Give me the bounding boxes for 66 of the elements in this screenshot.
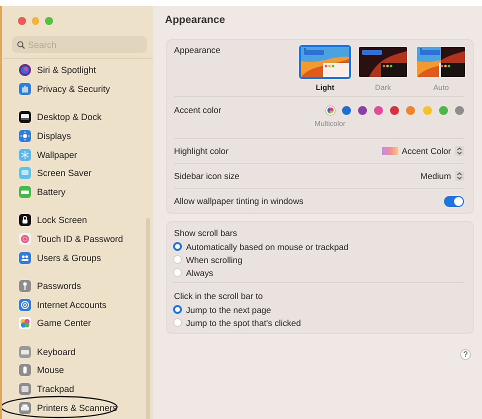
search-icon xyxy=(17,40,25,48)
radio-label[interactable]: Automatically based on mouse or trackpad xyxy=(186,242,348,252)
radio-button[interactable] xyxy=(173,242,182,252)
sidebar-item[interactable]: Passwords xyxy=(37,281,82,291)
key-icon xyxy=(19,280,31,292)
sidebar-item[interactable]: Game Center xyxy=(37,318,92,328)
color-swatch[interactable] xyxy=(422,106,432,115)
keyboard-icon xyxy=(19,346,31,358)
sidebar-item[interactable]: Screen Saver xyxy=(37,168,92,178)
multicolor-swatch[interactable] xyxy=(326,106,334,115)
group-label: Show scroll bars xyxy=(174,228,238,238)
battery-icon xyxy=(19,186,31,198)
fingerprint-icon xyxy=(19,233,31,246)
screen-icon xyxy=(19,167,31,180)
trackpad-icon xyxy=(19,383,31,396)
close-button[interactable] xyxy=(18,17,26,24)
popup-value[interactable]: Medium xyxy=(420,171,451,181)
color-swatch[interactable] xyxy=(342,106,351,115)
sidebar-item[interactable]: Mouse xyxy=(37,365,64,376)
snowflake-icon xyxy=(19,148,31,161)
color-swatch[interactable] xyxy=(390,106,400,115)
theme-preview[interactable] xyxy=(357,45,409,79)
color-swatch[interactable] xyxy=(358,106,367,115)
lock-icon xyxy=(19,214,31,226)
sidebar-item[interactable]: Privacy & Security xyxy=(37,84,110,94)
bubbles-icon xyxy=(19,317,31,330)
radio-label[interactable]: Jump to the next page xyxy=(186,304,272,315)
sidebar-item[interactable]: Displays xyxy=(37,131,72,141)
orb-icon xyxy=(19,64,31,76)
toggle-switch[interactable] xyxy=(444,196,464,206)
people-icon xyxy=(19,252,31,264)
dock-icon xyxy=(19,111,31,124)
theme-preview[interactable] xyxy=(415,45,467,79)
popup-value[interactable]: Accent Color xyxy=(402,146,451,156)
setting-label: Appearance xyxy=(174,45,220,55)
sidebar-item[interactable]: Trackpad xyxy=(37,384,74,394)
radio-button[interactable] xyxy=(173,305,182,314)
setting-label: Highlight color xyxy=(174,146,228,156)
color-swatch[interactable] xyxy=(406,106,416,115)
sidebar-item[interactable]: Desktop & Dock xyxy=(37,112,102,122)
sidebar-item[interactable]: Siri & Spotlight xyxy=(37,65,96,76)
setting-label: Allow wallpaper tinting in windows xyxy=(174,196,304,206)
radio-label[interactable]: Jump to the spot that's clicked xyxy=(186,318,301,328)
sidebar-item[interactable]: Internet Accounts xyxy=(37,300,107,310)
sidebar-item[interactable]: Keyboard xyxy=(37,346,76,357)
setting-label: Accent color xyxy=(174,105,222,115)
group-label: Click in the scroll bar to xyxy=(174,290,264,301)
color-swatch[interactable] xyxy=(438,106,448,115)
stepper-icon[interactable] xyxy=(455,146,464,156)
color-swatch[interactable] xyxy=(374,106,384,115)
stepper-icon[interactable] xyxy=(455,171,464,181)
sidebar-item[interactable]: Battery xyxy=(37,187,66,198)
color-swatch xyxy=(382,147,398,155)
radio-label[interactable]: When scrolling xyxy=(186,254,242,265)
help-button[interactable]: ? xyxy=(460,349,471,360)
setting-label: Sidebar icon size xyxy=(174,171,240,181)
radio-label[interactable]: Always xyxy=(186,268,214,278)
sidebar-item[interactable]: Wallpaper xyxy=(37,150,78,160)
mouse-icon xyxy=(19,364,31,376)
printer-icon xyxy=(19,402,31,414)
color-swatch[interactable] xyxy=(455,106,464,115)
sun-icon xyxy=(19,130,31,142)
pane-title: Appearance xyxy=(164,13,226,28)
sidebar-item[interactable]: Users & Groups xyxy=(37,252,102,263)
sidebar-item[interactable]: Lock Screen xyxy=(37,215,88,226)
sidebar-item[interactable]: Touch ID & Password xyxy=(37,234,124,244)
